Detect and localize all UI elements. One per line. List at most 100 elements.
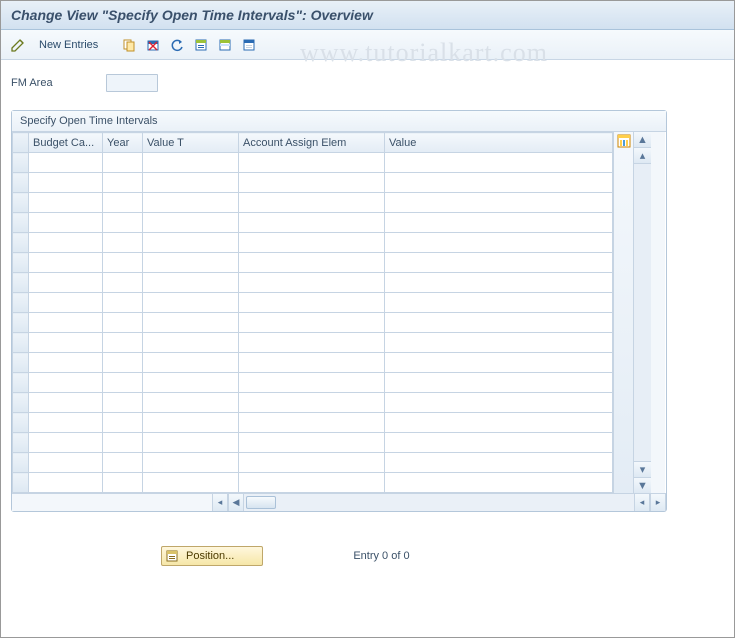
- cell[interactable]: [239, 213, 385, 233]
- cell[interactable]: [239, 193, 385, 213]
- cell[interactable]: [239, 253, 385, 273]
- cell[interactable]: [143, 333, 239, 353]
- new-entries-button[interactable]: New Entries: [33, 37, 104, 53]
- cell[interactable]: [239, 453, 385, 473]
- cell[interactable]: [239, 473, 385, 493]
- cell[interactable]: [29, 373, 103, 393]
- cell[interactable]: [103, 213, 143, 233]
- cell[interactable]: [385, 433, 613, 453]
- cell[interactable]: [239, 353, 385, 373]
- hscroll-thumb[interactable]: [246, 496, 276, 509]
- table-row[interactable]: [13, 273, 613, 293]
- scroll-down-step-icon[interactable]: ▾: [634, 461, 651, 477]
- row-selector[interactable]: [13, 273, 29, 293]
- cell[interactable]: [103, 453, 143, 473]
- table-row[interactable]: [13, 433, 613, 453]
- cell[interactable]: [239, 153, 385, 173]
- table-row[interactable]: [13, 153, 613, 173]
- cell[interactable]: [103, 373, 143, 393]
- row-selector[interactable]: [13, 353, 29, 373]
- cell[interactable]: [385, 213, 613, 233]
- cell[interactable]: [103, 473, 143, 493]
- cell[interactable]: [385, 413, 613, 433]
- cell[interactable]: [103, 393, 143, 413]
- cell[interactable]: [29, 333, 103, 353]
- table-row[interactable]: [13, 393, 613, 413]
- table-row[interactable]: [13, 173, 613, 193]
- row-selector[interactable]: [13, 213, 29, 233]
- cell[interactable]: [143, 413, 239, 433]
- table-row[interactable]: [13, 253, 613, 273]
- cell[interactable]: [103, 153, 143, 173]
- cell[interactable]: [29, 173, 103, 193]
- cell[interactable]: [29, 473, 103, 493]
- cell[interactable]: [385, 293, 613, 313]
- cell[interactable]: [103, 313, 143, 333]
- cell[interactable]: [143, 453, 239, 473]
- cell[interactable]: [143, 213, 239, 233]
- copy-as-icon[interactable]: [120, 36, 138, 54]
- cell[interactable]: [103, 413, 143, 433]
- cell[interactable]: [385, 153, 613, 173]
- cell[interactable]: [239, 373, 385, 393]
- cell[interactable]: [29, 253, 103, 273]
- vertical-scrollbar[interactable]: ▲ ▴ ▾ ▼: [633, 132, 651, 493]
- scroll-right-end-icon[interactable]: ▸: [650, 494, 666, 511]
- cell[interactable]: [143, 253, 239, 273]
- select-all-icon[interactable]: [192, 36, 210, 54]
- scroll-up-step-icon[interactable]: ▴: [634, 148, 651, 164]
- delete-icon[interactable]: [144, 36, 162, 54]
- cell[interactable]: [143, 173, 239, 193]
- table-row[interactable]: [13, 353, 613, 373]
- table-row[interactable]: [13, 233, 613, 253]
- cell[interactable]: [143, 293, 239, 313]
- cell[interactable]: [29, 293, 103, 313]
- select-block-icon[interactable]: [216, 36, 234, 54]
- cell[interactable]: [239, 233, 385, 253]
- cell[interactable]: [385, 233, 613, 253]
- toggle-change-icon[interactable]: [9, 36, 27, 54]
- cell[interactable]: [143, 153, 239, 173]
- cell[interactable]: [29, 213, 103, 233]
- row-selector[interactable]: [13, 193, 29, 213]
- cell[interactable]: [239, 293, 385, 313]
- col-value[interactable]: Value: [385, 133, 613, 153]
- row-selector[interactable]: [13, 153, 29, 173]
- row-selector[interactable]: [13, 253, 29, 273]
- cell[interactable]: [29, 413, 103, 433]
- cell[interactable]: [385, 473, 613, 493]
- cell[interactable]: [385, 193, 613, 213]
- cell[interactable]: [29, 233, 103, 253]
- table-row[interactable]: [13, 373, 613, 393]
- scroll-right-icon[interactable]: ◂: [634, 494, 650, 511]
- cell[interactable]: [239, 413, 385, 433]
- cell[interactable]: [103, 253, 143, 273]
- cell[interactable]: [239, 173, 385, 193]
- position-button[interactable]: Position...: [161, 546, 263, 566]
- cell[interactable]: [103, 193, 143, 213]
- cell[interactable]: [143, 373, 239, 393]
- table-row[interactable]: [13, 293, 613, 313]
- table-row[interactable]: [13, 313, 613, 333]
- scroll-left-icon[interactable]: ◀: [228, 494, 244, 511]
- cell[interactable]: [385, 253, 613, 273]
- undo-change-icon[interactable]: [168, 36, 186, 54]
- row-selector[interactable]: [13, 433, 29, 453]
- scroll-left-end-icon[interactable]: ◂: [212, 494, 228, 511]
- row-selector[interactable]: [13, 333, 29, 353]
- cell[interactable]: [103, 233, 143, 253]
- table-row[interactable]: [13, 473, 613, 493]
- cell[interactable]: [103, 293, 143, 313]
- cell[interactable]: [239, 433, 385, 453]
- cell[interactable]: [29, 153, 103, 173]
- cell[interactable]: [239, 333, 385, 353]
- cell[interactable]: [143, 193, 239, 213]
- fm-area-input[interactable]: [106, 74, 158, 92]
- col-account-assign-elem[interactable]: Account Assign Elem: [239, 133, 385, 153]
- cell[interactable]: [143, 353, 239, 373]
- deselect-all-icon[interactable]: [240, 36, 258, 54]
- table-row[interactable]: [13, 193, 613, 213]
- cell[interactable]: [29, 433, 103, 453]
- cell[interactable]: [103, 173, 143, 193]
- cell[interactable]: [143, 273, 239, 293]
